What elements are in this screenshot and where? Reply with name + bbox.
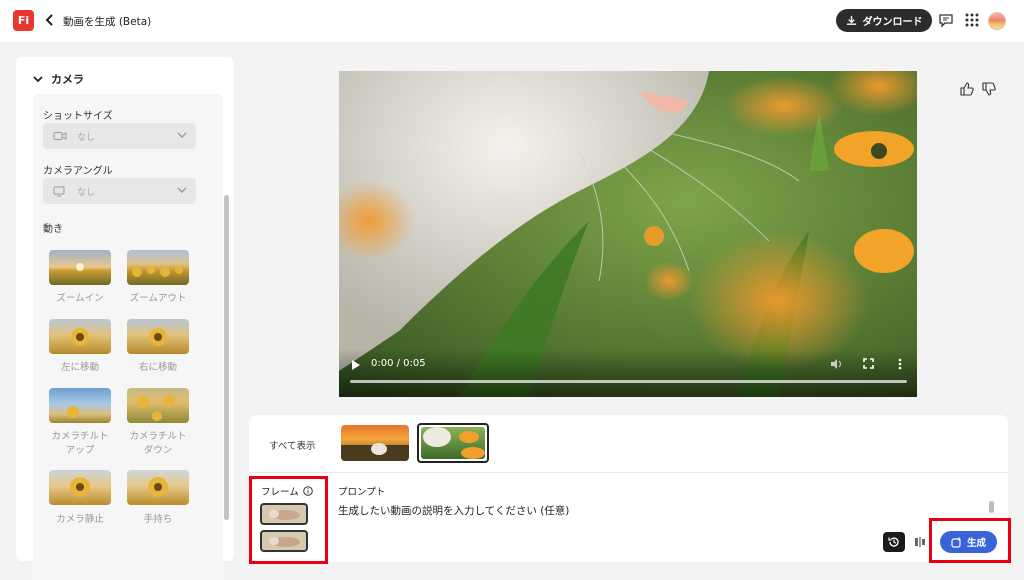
camera-angle-value: なし — [77, 187, 96, 198]
motion-tilt-up-label: カメラチルト アップ — [51, 431, 109, 456]
video-time: 0:00 / 0:05 — [371, 358, 426, 369]
motion-pan-right-thumb[interactable] — [127, 319, 189, 354]
volume-icon[interactable] — [830, 358, 842, 370]
shot-size-select[interactable]: なし — [43, 123, 196, 149]
settings-slider-icon[interactable] — [914, 536, 926, 548]
play-icon[interactable] — [351, 360, 360, 370]
cat-sunset-image — [341, 443, 409, 461]
camera-angle-label: カメラアングル — [43, 166, 113, 177]
thumbs-up-icon[interactable] — [960, 82, 974, 96]
history-icon — [888, 537, 899, 547]
page-title: 動画を生成 (Beta) — [63, 16, 152, 28]
motion-handheld-thumb[interactable] — [127, 470, 189, 505]
prompt-panel: すべて表示 フレーム プロンプト 生成したい動画の説明を入力してください (任意… — [249, 415, 1008, 562]
motion-zoom-in-label: ズームイン — [56, 293, 104, 304]
apps-grid-icon[interactable] — [964, 12, 980, 28]
frame-highlight-box — [249, 476, 328, 564]
motion-zoom-out-label: ズームアウト — [129, 293, 187, 304]
video-player[interactable]: 0:00 / 0:05 — [339, 71, 917, 397]
generated-thumb-1[interactable] — [341, 425, 409, 461]
cat-flower-image — [421, 427, 485, 459]
settings-scrollbar[interactable] — [224, 195, 229, 520]
motion-label: 動き — [43, 224, 63, 235]
motion-pan-right-label: 右に移動 — [138, 362, 177, 373]
app-logo: Fi — [13, 10, 34, 31]
motion-static-label: カメラ静止 — [56, 514, 104, 525]
motion-tilt-down-label: カメラチルト ダウン — [129, 431, 187, 456]
sunflower-image — [149, 328, 167, 346]
sky-sunflower-image — [67, 406, 79, 418]
camera-section-header[interactable]: カメラ — [33, 71, 84, 87]
motion-zoom-in-thumb[interactable] — [49, 250, 111, 285]
app-header: Fi 動画を生成 (Beta) ダウンロード — [0, 0, 1024, 42]
motion-handheld-label: 手持ち — [143, 514, 173, 525]
camera-section-title: カメラ — [51, 73, 84, 86]
chevron-down-icon — [177, 187, 187, 193]
prompt-input[interactable]: 生成したい動画の説明を入力してください (任意) — [338, 503, 569, 518]
fullscreen-icon[interactable] — [863, 358, 874, 369]
motion-tilt-down-thumb[interactable] — [127, 388, 189, 423]
video-camera-icon — [53, 131, 67, 141]
divider — [249, 472, 1008, 473]
sunflower-field-image — [137, 395, 175, 421]
show-all-link[interactable]: すべて表示 — [269, 438, 315, 452]
download-label: ダウンロード — [862, 17, 923, 28]
motion-tilt-up-thumb[interactable] — [49, 388, 111, 423]
camera-angle-icon — [53, 185, 65, 197]
prompt-label: プロンプト — [338, 487, 386, 498]
history-button[interactable] — [883, 532, 905, 552]
chevron-down-icon — [33, 76, 43, 83]
sunflower-field-image — [132, 266, 183, 277]
motion-static-thumb[interactable] — [49, 470, 111, 505]
download-icon — [846, 15, 856, 25]
download-button[interactable]: ダウンロード — [836, 9, 932, 32]
motion-pan-left-label: 左に移動 — [60, 362, 99, 373]
back-icon[interactable] — [44, 12, 56, 28]
sunflower-image — [70, 477, 90, 497]
more-vertical-icon[interactable] — [898, 358, 902, 370]
sunflower-image — [148, 477, 168, 497]
video-controls — [339, 349, 917, 397]
motion-pan-left-thumb[interactable] — [49, 319, 111, 354]
prompt-scrollbar[interactable] — [989, 501, 994, 513]
camera-angle-select[interactable]: なし — [43, 178, 196, 204]
shot-size-value: なし — [77, 132, 96, 143]
generate-highlight-box — [929, 518, 1011, 563]
sunset-field-image — [76, 263, 84, 271]
generated-thumb-2-selected[interactable] — [417, 423, 489, 463]
settings-panel: カメラ ショットサイズ なし カメラアングル なし 動き ズームイン ズームアウ… — [16, 57, 234, 580]
video-progress-bar[interactable] — [350, 380, 907, 383]
motion-zoom-out-thumb[interactable] — [127, 250, 189, 285]
sunflower-image — [71, 328, 89, 346]
chevron-down-icon — [177, 132, 187, 138]
avatar[interactable] — [988, 12, 1006, 30]
thumbs-down-icon[interactable] — [982, 82, 996, 96]
shot-size-label: ショットサイズ — [43, 111, 113, 122]
feedback-icon[interactable] — [938, 12, 954, 28]
